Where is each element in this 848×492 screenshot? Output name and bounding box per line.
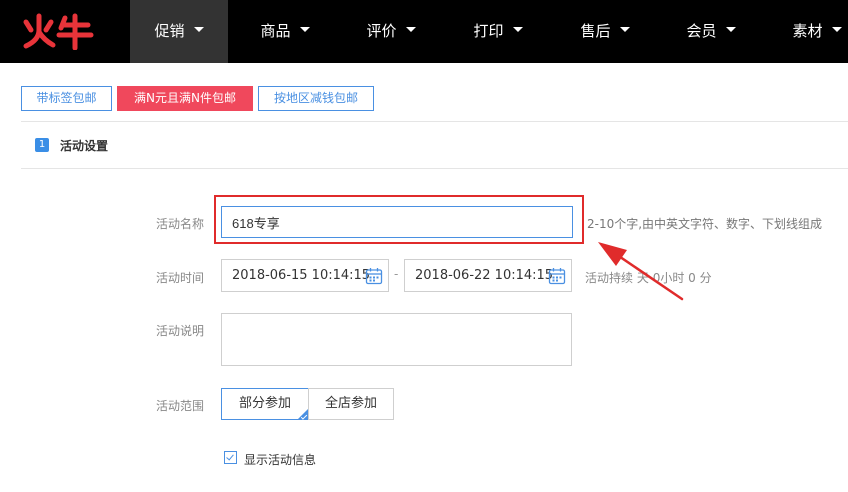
end-time-value: 2018-06-22 10:14:15 bbox=[415, 268, 554, 283]
scope-partial-button[interactable]: 部分参加 bbox=[221, 388, 309, 420]
calendar-icon[interactable] bbox=[365, 267, 383, 285]
nav-item-print[interactable]: 打印 bbox=[453, 0, 543, 63]
scope-all-button[interactable]: 全店参加 bbox=[308, 388, 394, 420]
show-info-label[interactable]: 显示活动信息 bbox=[244, 451, 316, 468]
duration-prefix: 活动持续 bbox=[585, 271, 634, 285]
nav-item-promotion[interactable]: 促销 bbox=[130, 0, 228, 63]
mode-tab-tag-free-shipping[interactable]: 带标签包邮 bbox=[21, 86, 112, 111]
nav-item-materials[interactable]: 素材 bbox=[772, 0, 848, 63]
chevron-down-icon bbox=[299, 27, 310, 32]
activity-time-label: 活动时间 bbox=[156, 271, 205, 285]
annotation-highlight-box bbox=[214, 195, 584, 244]
activity-desc-textarea[interactable] bbox=[221, 313, 572, 366]
annotation-arrow bbox=[598, 242, 684, 301]
step-number-badge: 1 bbox=[35, 138, 49, 152]
start-time-field[interactable]: 2018-06-15 10:14:15 bbox=[221, 259, 389, 292]
check-icon bbox=[226, 452, 234, 461]
nav-item-label: 打印 bbox=[473, 22, 504, 40]
divider bbox=[21, 121, 848, 122]
brand-logo[interactable] bbox=[22, 12, 94, 51]
activity-name-label: 活动名称 bbox=[156, 217, 205, 231]
nav-item-aftersale[interactable]: 售后 bbox=[560, 0, 650, 63]
end-time-field[interactable]: 2018-06-22 10:14:15 bbox=[404, 259, 572, 292]
time-range-separator: - bbox=[394, 267, 399, 281]
top-navbar: 促销 商品 评价 打印 售后 会员 素材 bbox=[0, 0, 848, 63]
show-info-checkbox[interactable] bbox=[224, 451, 237, 464]
nav-item-members[interactable]: 会员 bbox=[666, 0, 756, 63]
chevron-down-icon bbox=[405, 27, 416, 32]
nav-item-label: 素材 bbox=[792, 22, 823, 40]
start-time-value: 2018-06-15 10:14:15 bbox=[232, 268, 371, 283]
activity-duration: 活动持续 天 0小时 0 分 bbox=[585, 269, 712, 286]
nav-item-label: 评价 bbox=[366, 22, 397, 40]
nav-item-label: 促销 bbox=[154, 22, 185, 40]
duration-hours-unit: 小时 bbox=[660, 271, 685, 285]
calendar-icon[interactable] bbox=[548, 267, 566, 285]
chevron-down-icon bbox=[831, 27, 842, 32]
nav-item-label: 会员 bbox=[686, 22, 717, 40]
activity-name-hint: 2-10个字,由中英文字符、数字、下划线组成 bbox=[587, 217, 823, 231]
nav-item-reviews[interactable]: 评价 bbox=[346, 0, 436, 63]
nav-item-label: 售后 bbox=[580, 22, 611, 40]
mode-tab-threshold-free-shipping[interactable]: 满N元且满N件包邮 bbox=[117, 86, 253, 111]
duration-days-unit: 天 bbox=[636, 271, 649, 285]
divider bbox=[21, 168, 848, 169]
mode-tab-region-discount-shipping[interactable]: 按地区减钱包邮 bbox=[258, 86, 374, 111]
chevron-down-icon bbox=[725, 27, 736, 32]
chevron-down-icon bbox=[193, 27, 204, 32]
nav-item-goods[interactable]: 商品 bbox=[240, 0, 330, 63]
chevron-down-icon bbox=[619, 27, 630, 32]
scope-option-label: 全店参加 bbox=[324, 396, 377, 411]
duration-minutes: 0 bbox=[688, 271, 696, 285]
chevron-down-icon bbox=[512, 27, 523, 32]
section-title: 活动设置 bbox=[60, 139, 109, 153]
activity-scope-label: 活动范围 bbox=[156, 399, 205, 413]
nav-item-label: 商品 bbox=[260, 22, 291, 40]
activity-desc-label: 活动说明 bbox=[156, 324, 205, 338]
duration-minutes-unit: 分 bbox=[699, 271, 712, 285]
scope-option-label: 部分参加 bbox=[238, 396, 291, 411]
